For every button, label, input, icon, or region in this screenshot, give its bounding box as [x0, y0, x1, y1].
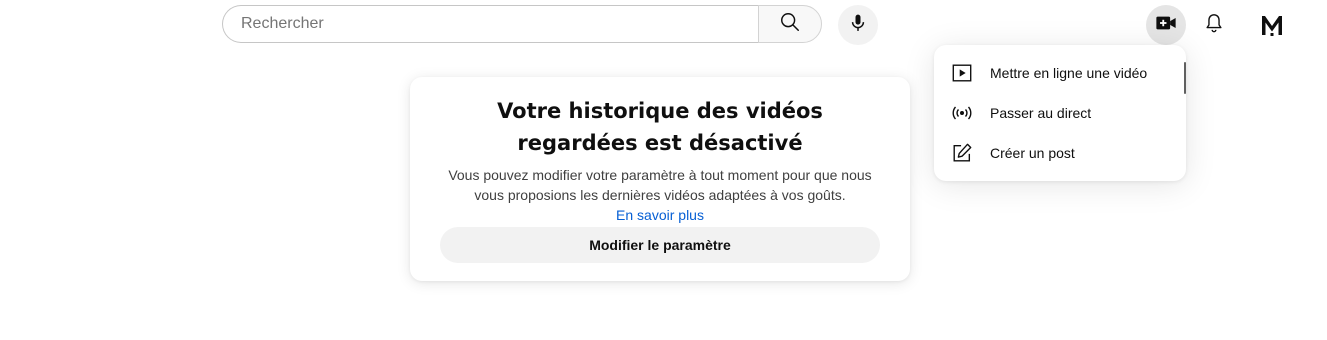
menu-item-upload-video[interactable]: Mettre en ligne une vidéo: [934, 53, 1186, 93]
create-dropdown-menu: Mettre en ligne une vidéo Passer au dire…: [934, 45, 1186, 181]
create-button[interactable]: [1146, 5, 1186, 45]
page: M Mettre en ligne une vidéo: [0, 0, 1327, 340]
scrollbar[interactable]: [1184, 62, 1186, 94]
search-box[interactable]: [222, 5, 758, 43]
card-description: Vous pouvez modifier votre paramètre à t…: [448, 167, 872, 203]
menu-item-label: Passer au direct: [990, 105, 1092, 121]
search-button[interactable]: [758, 5, 822, 43]
modify-setting-button[interactable]: Modifier le paramètre: [440, 227, 880, 263]
menu-item-create-post[interactable]: Créer un post: [934, 133, 1186, 173]
edit-post-icon: [950, 141, 974, 165]
card-title: Votre historique des vidéos regardées es…: [497, 99, 823, 155]
live-broadcast-icon: [950, 101, 974, 125]
history-disabled-card: Votre historique des vidéos regardées es…: [410, 77, 910, 281]
search-icon: [779, 11, 801, 38]
notifications-button[interactable]: [1194, 5, 1234, 45]
bell-icon: [1203, 12, 1225, 39]
mic-icon: [848, 13, 868, 38]
search-input[interactable]: [239, 14, 758, 34]
voice-search-button[interactable]: [838, 5, 878, 45]
avatar-logo-icon: [1262, 16, 1282, 36]
video-add-icon: [1155, 12, 1177, 39]
menu-item-label: Créer un post: [990, 145, 1075, 161]
menu-item-label: Mettre en ligne une vidéo: [990, 65, 1148, 81]
learn-more-link[interactable]: En savoir plus: [440, 205, 880, 225]
avatar[interactable]: M: [1252, 5, 1292, 45]
play-square-icon: [950, 61, 974, 85]
menu-item-go-live[interactable]: Passer au direct: [934, 93, 1186, 133]
